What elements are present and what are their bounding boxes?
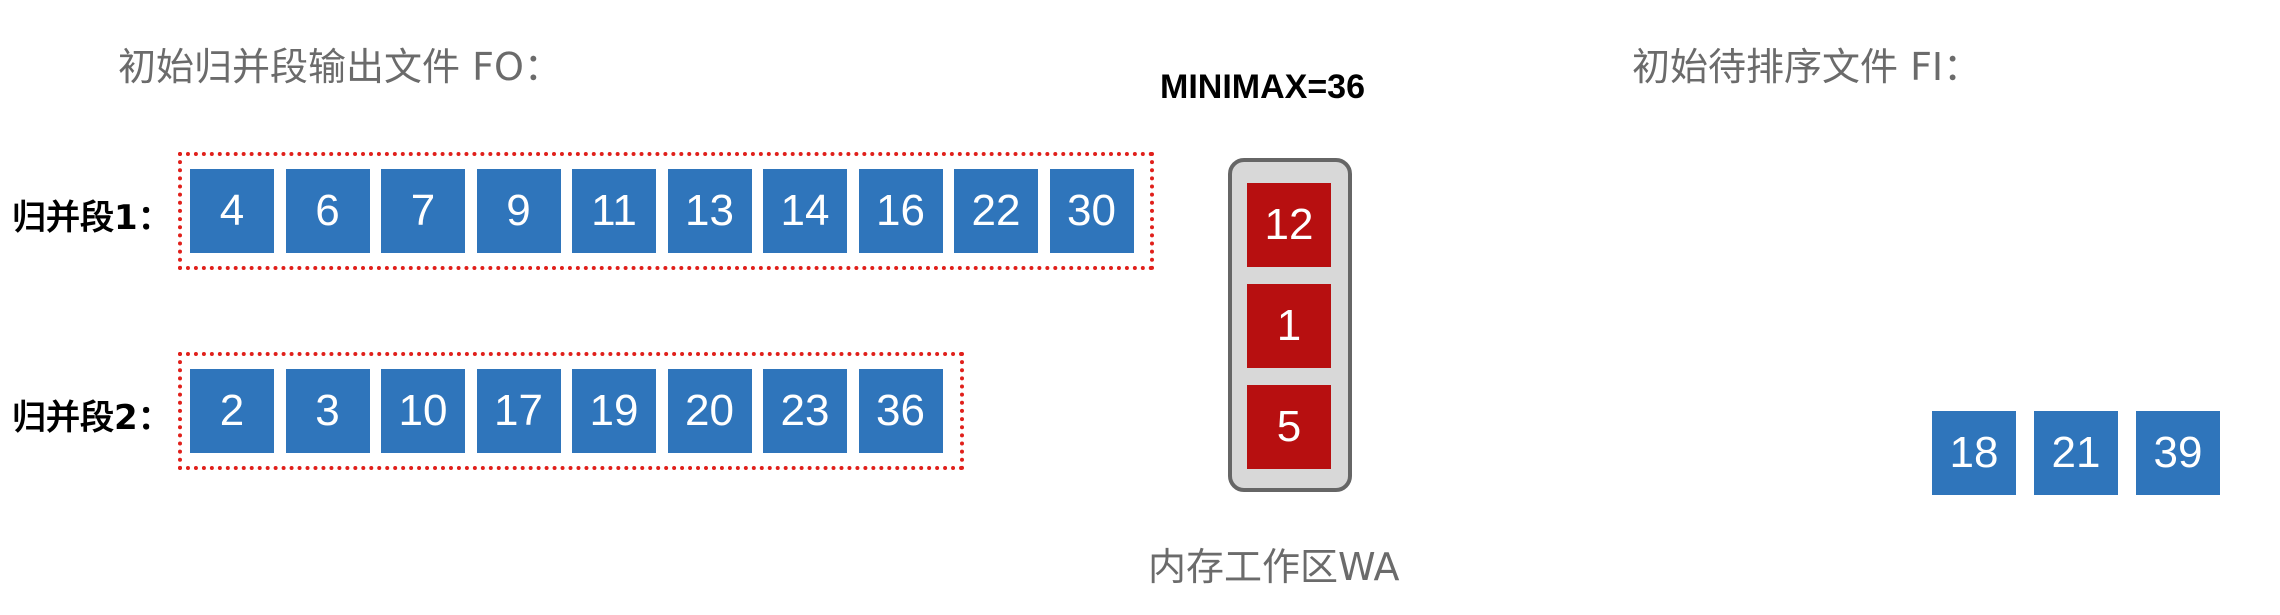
run-2-label: 归并段2： <box>12 398 172 438</box>
run-1-cell: 9 <box>476 169 561 253</box>
run-2-cell: 23 <box>763 369 847 453</box>
output-file-heading: 初始归并段输出文件 FO： <box>118 45 562 89</box>
work-area-cell: 12 <box>1247 183 1331 267</box>
run-1-cell: 13 <box>667 169 752 253</box>
input-file-cell: 18 <box>1932 411 2016 495</box>
input-file-heading: 初始待排序文件 FI： <box>1632 45 1982 89</box>
minimax-label: MINIMAX=36 <box>1160 68 1365 106</box>
run-2-cell: 19 <box>572 369 656 453</box>
run-1-cell: 22 <box>954 169 1038 253</box>
run-1-cell: 4 <box>190 169 274 253</box>
work-area-cell: 1 <box>1247 284 1331 368</box>
work-area-cell: 5 <box>1247 385 1331 469</box>
run-2-cell: 2 <box>190 369 274 453</box>
work-area-label: 内存工作区WA <box>1148 545 1400 589</box>
run-2-cell: 3 <box>285 369 370 453</box>
input-file-cell: 21 <box>2034 411 2118 495</box>
run-1-cell: 30 <box>1049 169 1134 253</box>
input-file-cell: 39 <box>2136 411 2220 495</box>
run-1-cell: 7 <box>381 169 465 253</box>
run-2-cell: 10 <box>381 369 465 453</box>
run-1-cell: 11 <box>572 169 656 253</box>
run-2-cell: 36 <box>858 369 943 453</box>
run-1-label: 归并段1： <box>12 198 172 238</box>
run-1-cell: 16 <box>858 169 943 253</box>
run-2-cell: 17 <box>476 369 561 453</box>
run-1-cell: 6 <box>285 169 370 253</box>
run-1-cell: 14 <box>763 169 847 253</box>
run-2-cell: 20 <box>667 369 752 453</box>
